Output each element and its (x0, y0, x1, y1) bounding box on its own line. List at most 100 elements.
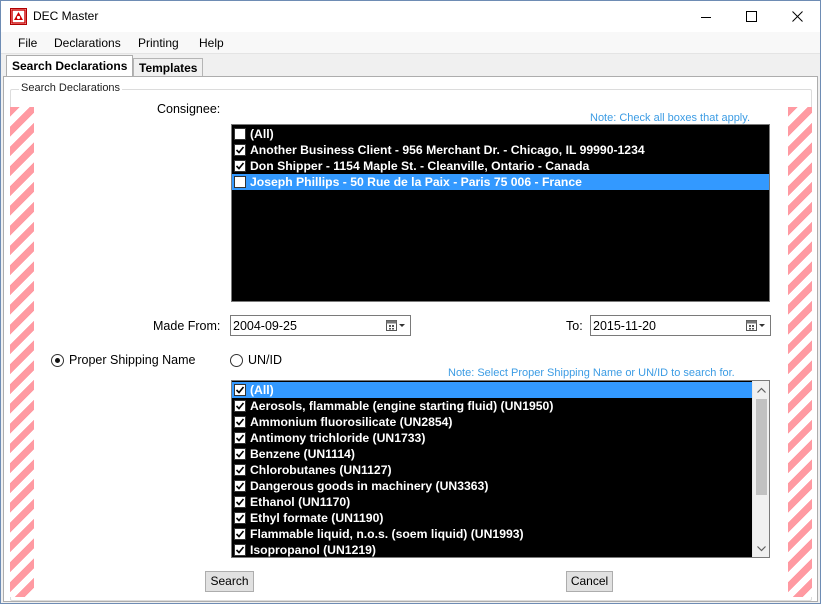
scroll-thumb[interactable] (756, 399, 767, 495)
un-id-label[interactable]: UN/ID (248, 353, 282, 367)
to-label: To: (566, 319, 583, 333)
shipping-name-list-item[interactable]: Benzene (UN1114) (232, 446, 752, 462)
shipping-name-list-item[interactable]: (All) (232, 382, 752, 398)
checkbox-checked[interactable] (234, 512, 246, 524)
close-icon (791, 11, 803, 22)
checkbox-unchecked[interactable] (234, 176, 246, 188)
shipping-name-list-item[interactable]: Chlorobutanes (UN1127) (232, 462, 752, 478)
checkbox-unchecked[interactable] (234, 128, 246, 140)
shipping-name-list-item[interactable]: Antimony trichloride (UN1733) (232, 430, 752, 446)
checkmark-icon (235, 162, 245, 170)
checkmark-icon (235, 482, 245, 490)
maximize-icon (745, 11, 757, 22)
left-hazard-stripe (10, 107, 34, 597)
consignee-list-item[interactable]: Joseph Phillips - 50 Rue de la Paix - Pa… (232, 174, 769, 190)
checkbox-checked[interactable] (234, 160, 246, 172)
shipping-name-item-label: Ethanol (UN1170) (250, 495, 351, 509)
search-mode-note: Note: Select Proper Shipping Name or UN/… (448, 367, 735, 379)
consignee-list-item[interactable]: Don Shipper - 1154 Maple St. - Cleanvill… (232, 158, 769, 174)
consignee-item-label: Don Shipper - 1154 Maple St. - Cleanvill… (250, 159, 590, 173)
shipping-name-item-label: Ammonium fluorosilicate (UN2854) (250, 415, 453, 429)
checkmark-icon (235, 530, 245, 538)
search-button[interactable]: Search (205, 571, 254, 592)
radio-un-id[interactable] (230, 354, 243, 367)
shipping-name-item-label: Flammable liquid, n.o.s. (soem liquid) (… (250, 527, 524, 541)
checkbox-checked[interactable] (234, 480, 246, 492)
checkbox-checked[interactable] (234, 544, 246, 556)
checkmark-icon (235, 498, 245, 506)
calendar-dropdown-icon[interactable] (745, 319, 767, 333)
shipping-name-list-item[interactable]: Isopropanol (UN1219) (232, 542, 752, 557)
calendar-dropdown-icon[interactable] (385, 319, 407, 333)
checkbox-checked[interactable] (234, 448, 246, 460)
shipping-name-list[interactable]: (All) Aerosols, flammable (engine startin… (231, 380, 770, 558)
consignee-item-label: (All) (250, 127, 274, 141)
shipping-name-list-item[interactable]: Ethanol (UN1170) (232, 494, 752, 510)
checkmark-icon (235, 386, 245, 394)
shipping-name-list-item[interactable]: Aerosols, flammable (engine starting flu… (232, 398, 752, 414)
consignee-list-item[interactable]: Another Business Client - 956 Merchant D… (232, 142, 769, 158)
cancel-button[interactable]: Cancel (566, 571, 613, 592)
shipping-name-item-label: Aerosols, flammable (engine starting flu… (250, 399, 554, 413)
checkbox-checked[interactable] (234, 400, 246, 412)
tab-templates[interactable]: Templates (133, 58, 204, 77)
proper-shipping-name-label[interactable]: Proper Shipping Name (69, 353, 195, 367)
checkmark-icon (235, 450, 245, 458)
scroll-up-button[interactable] (753, 381, 769, 398)
made-from-datepicker[interactable]: 2004-09-25 (230, 315, 411, 336)
checkmark-icon (235, 402, 245, 410)
maximize-button[interactable] (728, 1, 774, 32)
to-datepicker[interactable]: 2015-11-20 (590, 315, 771, 336)
menu-printing[interactable]: Printing (138, 36, 179, 50)
made-from-label: Made From: (153, 319, 221, 333)
checkbox-checked[interactable] (234, 384, 246, 396)
app-window: DEC Master File Declarations Printing He… (0, 0, 821, 604)
close-button[interactable] (774, 1, 820, 32)
shipping-name-item-label: Benzene (UN1114) (250, 447, 355, 461)
right-hazard-stripe (788, 107, 812, 597)
consignee-list[interactable]: (All) Another Business Client - 956 Merch… (231, 124, 770, 302)
shipping-name-item-label: Antimony trichloride (UN1733) (250, 431, 426, 445)
checkmark-icon (235, 146, 245, 154)
radio-proper-shipping-name[interactable] (51, 354, 64, 367)
checkbox-checked[interactable] (234, 432, 246, 444)
consignee-list-item[interactable]: (All) (232, 126, 769, 142)
menu-help[interactable]: Help (199, 36, 224, 50)
menu-declarations[interactable]: Declarations (54, 36, 121, 50)
menu-file[interactable]: File (18, 36, 37, 50)
shipping-name-list-item[interactable]: Ethyl formate (UN1190) (232, 510, 752, 526)
checkbox-checked[interactable] (234, 144, 246, 156)
title-bar[interactable]: DEC Master (1, 1, 820, 32)
tab-search-declarations[interactable]: Search Declarations (6, 55, 134, 78)
shipping-name-item-label: Isopropanol (UN1219) (250, 543, 376, 557)
tab-strip: Search Declarations Templates (1, 55, 820, 78)
shipping-name-list-item[interactable]: Flammable liquid, n.o.s. (soem liquid) (… (232, 526, 752, 542)
minimize-icon (701, 16, 711, 18)
menu-bar: File Declarations Printing Help (1, 32, 820, 54)
shipping-name-item-label: Dangerous goods in machinery (UN3363) (250, 479, 489, 493)
chevron-down-icon (757, 545, 766, 551)
checkmark-icon (235, 418, 245, 426)
consignee-note: Note: Check all boxes that apply. (590, 112, 750, 124)
checkmark-icon (235, 514, 245, 522)
checkbox-checked[interactable] (234, 496, 246, 508)
shipping-name-item-label: (All) (250, 383, 274, 397)
shipping-name-list-item[interactable]: Dangerous goods in machinery (UN3363) (232, 478, 752, 494)
shipping-name-item-label: Ethyl formate (UN1190) (250, 511, 384, 525)
made-from-value: 2004-09-25 (233, 319, 297, 333)
consignee-label: Consignee: (157, 102, 221, 116)
groupbox-title: Search Declarations (19, 82, 123, 94)
shipping-name-list-item[interactable]: Ammonium fluorosilicate (UN2854) (232, 414, 752, 430)
consignee-item-label: Joseph Phillips - 50 Rue de la Paix - Pa… (250, 175, 582, 189)
to-value: 2015-11-20 (593, 319, 657, 333)
checkmark-icon (235, 466, 245, 474)
checkbox-checked[interactable] (234, 464, 246, 476)
chevron-up-icon (757, 387, 766, 393)
checkbox-checked[interactable] (234, 416, 246, 428)
minimize-button[interactable] (683, 1, 729, 32)
checkmark-icon (235, 546, 245, 554)
checkbox-checked[interactable] (234, 528, 246, 540)
shipping-list-scrollbar[interactable] (752, 381, 769, 557)
search-declarations-panel: Search Declarations Consignee: Note: Che… (3, 76, 818, 602)
scroll-down-button[interactable] (753, 540, 769, 557)
